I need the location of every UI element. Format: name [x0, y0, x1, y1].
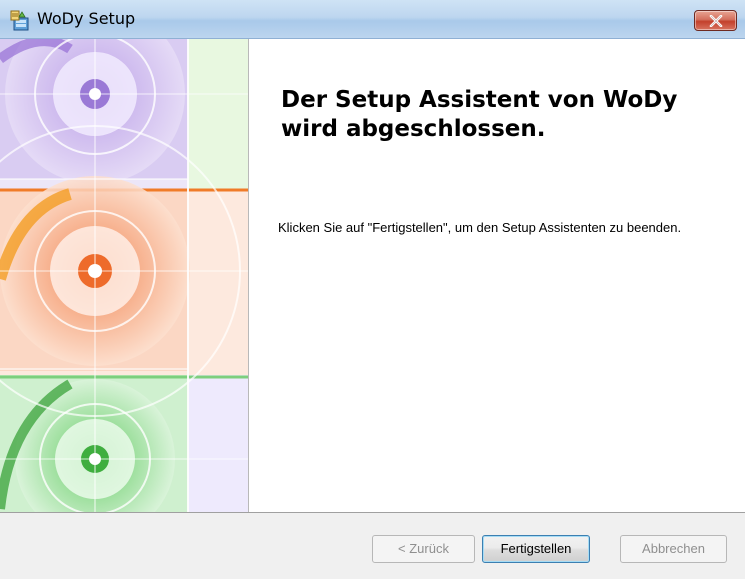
- title-bar[interactable]: WoDy Setup: [0, 0, 745, 39]
- window-title: WoDy Setup: [37, 9, 136, 28]
- cancel-button[interactable]: Abbrechen: [620, 535, 727, 563]
- close-button[interactable]: [694, 10, 737, 31]
- completion-instructions: Klicken Sie auf "Fertigstellen", um den …: [278, 220, 682, 235]
- setup-installer-icon: [9, 9, 31, 31]
- completion-heading: Der Setup Assistent von WoDy wird abgesc…: [281, 87, 678, 142]
- back-button[interactable]: < Zurück: [372, 535, 475, 563]
- side-banner-image: [0, 39, 249, 512]
- close-x-icon: [709, 15, 723, 27]
- setup-window: WoDy Setup Der Setup Assistent von WoDy …: [0, 0, 745, 579]
- finish-button[interactable]: Fertigstellen: [482, 535, 590, 563]
